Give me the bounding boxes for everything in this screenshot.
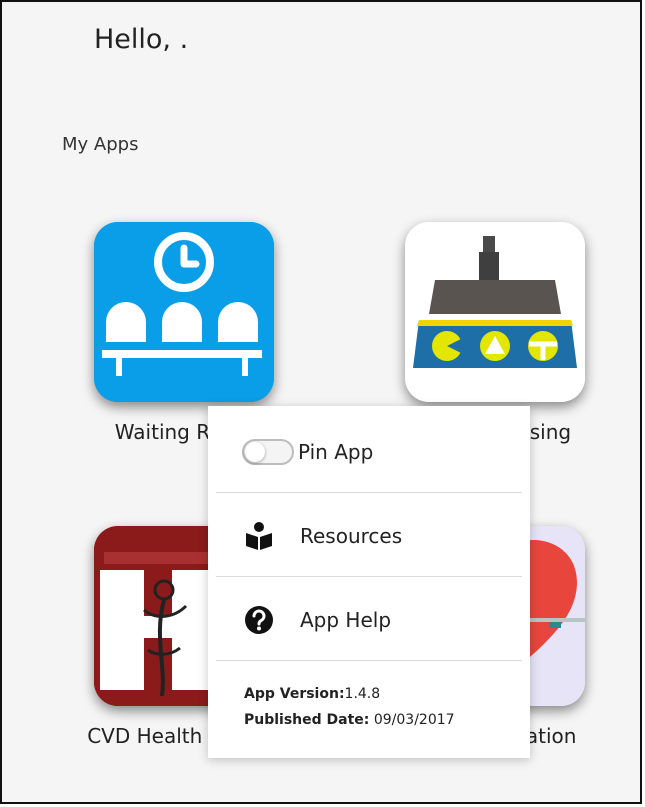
pin-app-toggle[interactable] bbox=[242, 439, 294, 465]
published-date-label: Published Date: bbox=[244, 712, 370, 728]
greeting: Hello, . bbox=[94, 24, 189, 55]
menu-divider bbox=[216, 492, 522, 493]
book-reader-icon bbox=[244, 521, 274, 551]
published-date: Published Date: 09/03/2017 bbox=[244, 712, 455, 728]
resources-label: Resources bbox=[300, 524, 403, 548]
published-date-value: 09/03/2017 bbox=[373, 712, 455, 728]
pin-app-label: Pin App bbox=[298, 440, 374, 464]
app-version-label: App Version: bbox=[244, 686, 345, 702]
waiting-room-icon[interactable] bbox=[94, 222, 274, 402]
menu-item-resources[interactable]: Resources bbox=[208, 496, 530, 576]
app-context-menu: Pin App Resources App Help App Version:1… bbox=[208, 406, 530, 758]
data-cleansing-icon[interactable] bbox=[405, 222, 585, 402]
menu-item-pin-app[interactable]: Pin App bbox=[208, 412, 530, 492]
section-title: My Apps bbox=[62, 134, 139, 155]
menu-item-app-help[interactable]: App Help bbox=[208, 580, 530, 660]
app-version: App Version:1.4.8 bbox=[244, 686, 380, 702]
app-version-value: 1.4.8 bbox=[344, 686, 381, 702]
toggle-knob bbox=[245, 442, 265, 462]
question-circle-icon bbox=[244, 605, 274, 635]
menu-divider bbox=[216, 576, 522, 577]
app-help-label: App Help bbox=[300, 608, 392, 632]
app-window: Hello, . My Apps Waiting Room CVD Health… bbox=[0, 0, 642, 804]
menu-divider bbox=[216, 660, 522, 661]
